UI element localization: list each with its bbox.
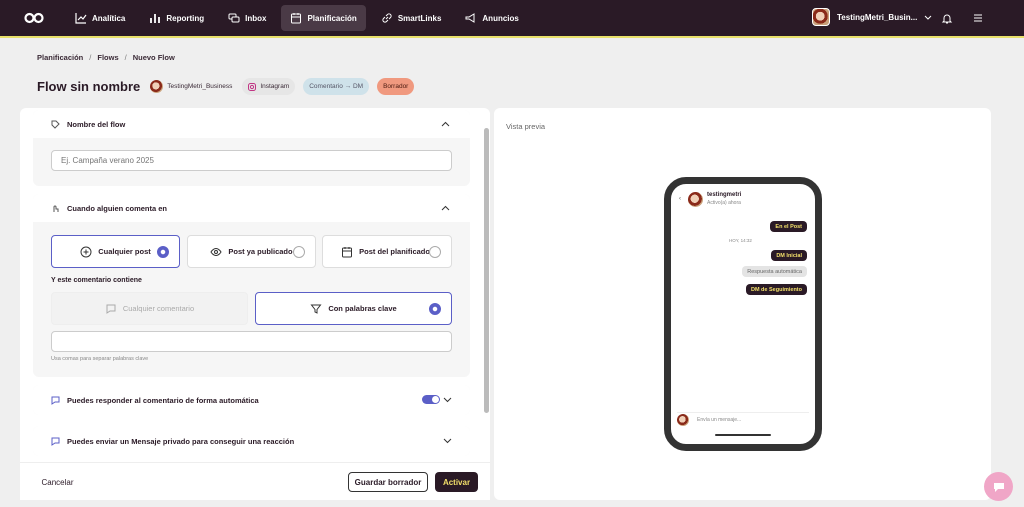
platform-chip: Instagram xyxy=(242,78,296,95)
link-icon xyxy=(382,13,392,23)
keywords-hint: Usa comas para separar palabras clave xyxy=(51,356,149,362)
save-draft-button[interactable]: Guardar borrador xyxy=(348,472,428,492)
message-icon xyxy=(51,437,60,446)
keywords-input[interactable] xyxy=(51,331,452,352)
header: Flow sin nombre TestingMetri_Business In… xyxy=(37,78,415,95)
support-chat-button[interactable] xyxy=(984,472,1013,501)
breadcrumb: Planificación / Flows / Nuevo Flow xyxy=(37,53,175,62)
auto-reply-toggle[interactable] xyxy=(422,395,440,404)
option-published-post[interactable]: Post ya publicado xyxy=(187,235,316,268)
post-tag-bubble: En el Post xyxy=(770,221,807,232)
add-circle-icon xyxy=(80,246,92,257)
section-header[interactable]: Puedes enviar un Mensaje privado para co… xyxy=(33,426,470,456)
option-any-comment[interactable]: Cualquier comentario xyxy=(51,292,248,325)
chevron-up-icon[interactable] xyxy=(441,204,450,213)
comment-icon xyxy=(106,304,116,314)
activate-button[interactable]: Activar xyxy=(435,472,478,492)
section-flow-name: Nombre del flow xyxy=(33,110,470,186)
status-badge: Borrador xyxy=(377,78,415,95)
nav-reporting[interactable]: Reporting xyxy=(140,5,213,31)
section-trigger: Cuando alguien comenta en Cualquier post… xyxy=(33,194,470,377)
avatar xyxy=(150,80,164,93)
chevron-down-icon xyxy=(924,15,932,20)
phone-preview: ‹ testingmetri Activo(a) ahora En el Pos… xyxy=(664,177,822,451)
cancel-button[interactable]: Cancelar xyxy=(30,472,85,492)
home-indicator xyxy=(715,434,771,436)
section-header[interactable]: Nombre del flow xyxy=(33,110,470,138)
chart-line-icon xyxy=(75,13,87,24)
preview-label: Vista previa xyxy=(506,122,546,131)
main-nav: Analítica Reporting Inbox Planificación … xyxy=(66,5,528,31)
bar-chart-icon xyxy=(150,14,161,23)
instagram-icon xyxy=(248,82,257,91)
option-any-post[interactable]: Cualquier post xyxy=(51,235,180,268)
option-planner-post[interactable]: Post del planificador xyxy=(322,235,452,268)
radio[interactable] xyxy=(157,246,169,258)
breadcrumb-current: Nuevo Flow xyxy=(132,53,175,62)
message-composer[interactable]: Envía un mensaje... xyxy=(677,412,809,426)
nav-inbox[interactable]: Inbox xyxy=(219,5,275,31)
touch-icon xyxy=(53,205,59,212)
avatar xyxy=(688,192,703,207)
dm-initial-bubble: DM Inicial xyxy=(771,250,807,261)
megaphone-icon xyxy=(465,13,475,23)
radio[interactable] xyxy=(429,303,441,315)
breadcrumb-flows[interactable]: Flows xyxy=(97,53,118,62)
profile-name: testingmetri xyxy=(707,192,742,198)
message-input[interactable]: Envía un mensaje... xyxy=(697,417,741,423)
section-private-message: Puedes enviar un Mensaje privado para co… xyxy=(33,426,470,456)
chat-icon xyxy=(228,13,240,23)
calendar-icon xyxy=(291,13,302,24)
breadcrumb-planificacion[interactable]: Planificación xyxy=(37,53,83,62)
auto-reply-bubble: Respuesta automática xyxy=(742,266,807,277)
radio[interactable] xyxy=(429,246,441,258)
nav-smartlinks[interactable]: SmartLinks xyxy=(372,5,451,31)
type-chip: Comentario → DM xyxy=(303,78,370,95)
option-keywords[interactable]: Con palabras clave xyxy=(255,292,452,325)
radio[interactable] xyxy=(293,246,305,258)
contains-label: Y este comentario contiene xyxy=(51,277,142,284)
nav-anuncios[interactable]: Anuncios xyxy=(456,5,527,31)
page-title: Flow sin nombre xyxy=(37,79,141,94)
top-navbar: Analítica Reporting Inbox Planificación … xyxy=(0,0,1024,38)
bell-icon[interactable] xyxy=(941,12,953,24)
editor-footer: Cancelar Guardar borrador Activar xyxy=(20,462,490,500)
chevron-down-icon[interactable] xyxy=(443,395,452,404)
chat-bubble-icon xyxy=(993,482,1004,492)
avatar xyxy=(677,413,689,426)
nav-planificacion[interactable]: Planificación xyxy=(281,5,366,31)
flow-editor-panel: Nombre del flow Cuando alguien comenta e… xyxy=(20,108,490,500)
back-icon: ‹ xyxy=(679,196,681,202)
calendar-icon xyxy=(342,246,353,257)
profile-status: Activo(a) ahora xyxy=(707,200,741,206)
account-chip: TestingMetri_Business xyxy=(148,78,234,95)
eye-icon xyxy=(210,247,222,256)
chevron-down-icon[interactable] xyxy=(443,436,452,445)
logo-icon[interactable] xyxy=(24,12,44,24)
section-auto-reply: Puedes responder al comentario de forma … xyxy=(33,385,470,415)
avatar xyxy=(812,8,830,26)
tag-icon xyxy=(51,120,60,129)
comment-icon xyxy=(51,396,60,405)
scrollbar[interactable] xyxy=(484,128,489,413)
account-switcher[interactable]: TestingMetri_Busin... xyxy=(812,8,932,26)
chevron-up-icon[interactable] xyxy=(441,120,450,129)
followup-bubble: DM de Seguimiento xyxy=(745,284,807,295)
message-time: HOY, 14:32 xyxy=(729,238,752,243)
section-header[interactable]: Puedes responder al comentario de forma … xyxy=(33,385,470,415)
filter-icon xyxy=(310,304,322,314)
nav-analitica[interactable]: Analítica xyxy=(66,5,134,31)
menu-icon[interactable] xyxy=(972,12,984,24)
flow-name-input[interactable] xyxy=(51,150,452,171)
section-header[interactable]: Cuando alguien comenta en xyxy=(33,194,470,222)
